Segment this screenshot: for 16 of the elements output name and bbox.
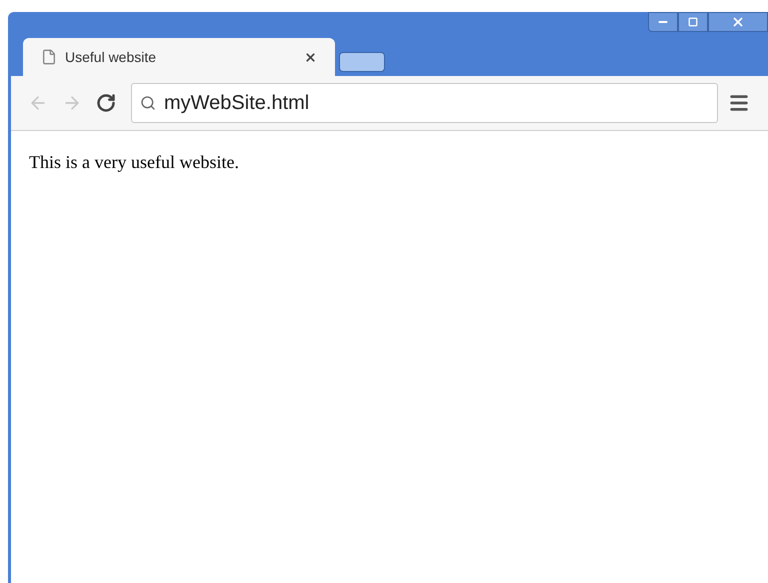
maximize-button[interactable] <box>678 12 708 32</box>
close-button[interactable] <box>708 12 768 32</box>
menu-icon <box>728 92 750 114</box>
reload-icon <box>96 93 116 113</box>
address-bar[interactable]: myWebSite.html <box>131 83 718 123</box>
page-text: This is a very useful website. <box>29 151 240 174</box>
url-text: myWebSite.html <box>164 91 310 116</box>
maximize-icon <box>688 17 698 27</box>
minimize-button[interactable] <box>648 12 678 32</box>
search-icon <box>140 95 156 111</box>
page-icon <box>41 49 57 65</box>
tab-title: Useful website <box>65 48 158 66</box>
close-tab-icon[interactable] <box>304 50 317 64</box>
new-tab-button[interactable] <box>339 52 385 72</box>
browser-tab[interactable]: Useful website <box>23 38 335 76</box>
close-icon <box>731 15 745 29</box>
